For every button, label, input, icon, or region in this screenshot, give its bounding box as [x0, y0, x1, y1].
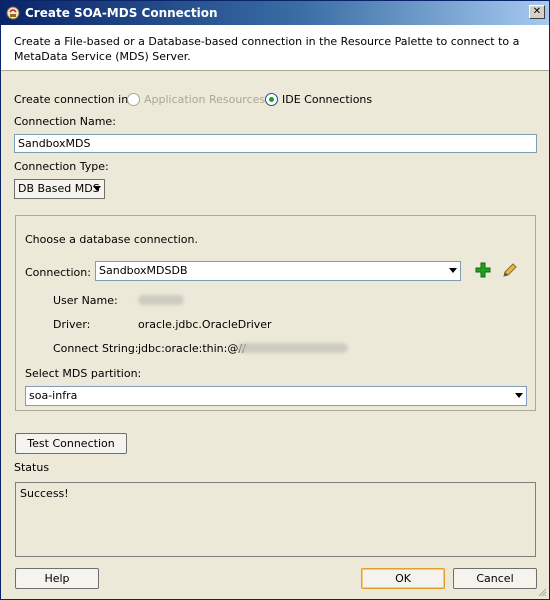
help-button[interactable]: Help: [15, 568, 99, 589]
create-in-label: Create connection in:: [14, 93, 132, 106]
connection-type-value: DB Based MDS: [18, 182, 100, 195]
mds-partition-label: Select MDS partition:: [25, 367, 142, 380]
choose-db-prompt: Choose a database connection.: [25, 233, 198, 246]
resize-grip-icon[interactable]: [537, 587, 547, 597]
db-connection-select[interactable]: SandboxMDSDB: [95, 261, 461, 281]
user-name-label: User Name:: [53, 294, 118, 307]
redacted-user-name: [138, 295, 184, 305]
close-button[interactable]: ✕: [529, 5, 545, 19]
redacted-connect-string: [238, 343, 348, 353]
chevron-down-icon: [515, 393, 523, 398]
driver-value: oracle.jdbc.OracleDriver: [138, 318, 272, 331]
connection-type-label: Connection Type:: [14, 160, 109, 173]
add-connection-icon[interactable]: [475, 262, 491, 278]
connection-type-select[interactable]: DB Based MDS: [14, 179, 105, 199]
ide-connections-radio[interactable]: [265, 93, 278, 106]
header-description: Create a File-based or a Database-based …: [14, 35, 520, 63]
status-label: Status: [14, 461, 50, 474]
close-icon: ✕: [532, 6, 542, 17]
connect-string-value: jdbc:oracle:thin:@//: [138, 342, 246, 355]
ide-connections-label: IDE Connections: [282, 93, 373, 106]
status-area: Success!: [15, 482, 536, 557]
database-connection-group: Choose a database connection. Connection…: [15, 215, 536, 411]
application-resources-label: Application Resources: [144, 93, 266, 106]
connect-string-label: Connect String:: [53, 342, 139, 355]
ok-button[interactable]: OK: [361, 568, 445, 589]
edit-pencil-icon[interactable]: [502, 262, 518, 278]
connection-name-input[interactable]: SandboxMDS: [14, 134, 537, 153]
connection-name-label: Connection Name:: [14, 115, 116, 128]
driver-label: Driver:: [53, 318, 91, 331]
connection-label: Connection:: [25, 266, 91, 279]
dialog-window: Create SOA-MDS Connection ✕ Create a Fil…: [0, 0, 550, 600]
test-connection-button[interactable]: Test Connection: [15, 433, 127, 454]
oracle-cup-icon: [6, 6, 20, 20]
header-panel: Create a File-based or a Database-based …: [1, 25, 549, 71]
db-connection-value: SandboxMDSDB: [99, 264, 188, 277]
chevron-down-icon: [449, 268, 457, 273]
status-text: Success!: [20, 487, 69, 500]
mds-partition-value: soa-infra: [29, 389, 78, 402]
window-title: Create SOA-MDS Connection: [25, 6, 218, 20]
mds-partition-select[interactable]: soa-infra: [25, 386, 527, 406]
title-bar[interactable]: Create SOA-MDS Connection ✕: [1, 1, 549, 25]
application-resources-radio[interactable]: [127, 93, 140, 106]
chevron-down-icon: [93, 186, 101, 191]
cancel-button[interactable]: Cancel: [453, 568, 537, 589]
